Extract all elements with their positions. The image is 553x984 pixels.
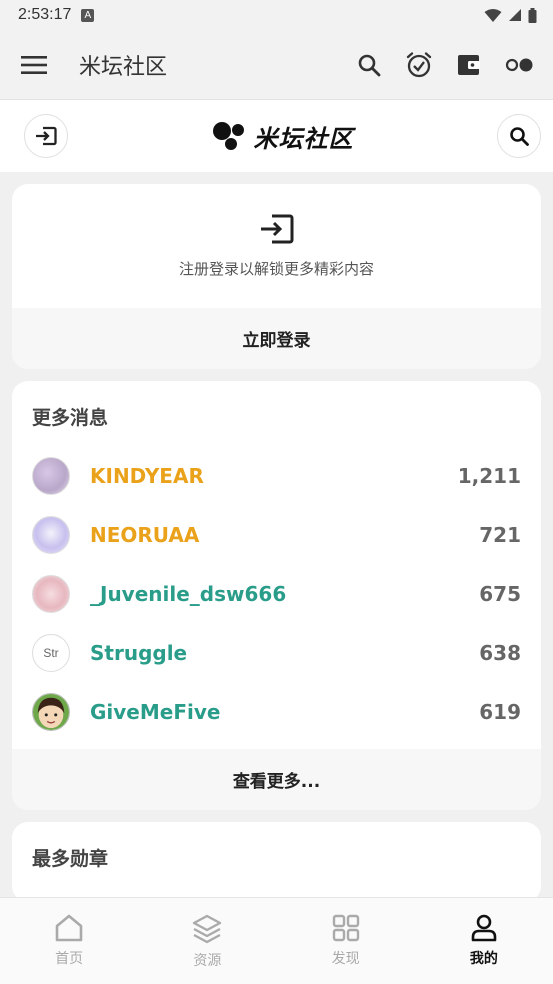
avatar: Str (32, 633, 70, 672)
messages-card: 更多消息 KINDYEAR 1,211 NEORUAA 721 _Juvenil… (12, 381, 541, 810)
face-avatar-icon (33, 693, 69, 730)
avatar (32, 456, 70, 495)
user-name: NEORUAA (90, 522, 200, 547)
brand-name: 米坛社区 (253, 124, 354, 153)
messages-card-title: 更多消息 (32, 407, 109, 429)
brand-logo: 米坛社区 (212, 119, 354, 154)
message-count: 1,211 (457, 463, 521, 488)
avatar (32, 574, 70, 613)
search-button[interactable] (355, 51, 383, 79)
search-icon (510, 127, 529, 146)
badges-card: 最多勋章 (12, 822, 541, 902)
wallet-button[interactable] (455, 51, 483, 79)
tab-resources-label: 资源 (193, 953, 222, 969)
status-bar: 2:53:17 A (0, 0, 553, 30)
user-name: KINDYEAR (90, 463, 204, 488)
system-icons (484, 7, 537, 23)
menu-icon (21, 55, 47, 74)
brand-search-button[interactable] (497, 114, 541, 158)
badges-card-title: 最多勋章 (32, 848, 109, 870)
login-arrow-icon (36, 126, 57, 146)
tab-discover-label: 发现 (331, 951, 360, 967)
list-item[interactable]: Str Struggle 638 (12, 623, 541, 682)
list-item[interactable]: GiveMeFive 619 (12, 682, 541, 741)
list-item[interactable]: KINDYEAR 1,211 (12, 446, 541, 505)
menu-button[interactable] (20, 51, 48, 79)
avatar (32, 692, 70, 731)
user-icon (471, 914, 497, 942)
login-hint: 注册登录以解锁更多精彩内容 (178, 259, 374, 278)
list-item[interactable]: _Juvenile_dsw666 675 (12, 564, 541, 623)
battery-icon (528, 7, 537, 23)
bottom-nav: 首页 资源 发现 我的 (0, 897, 553, 984)
brand-bar: 米坛社区 (0, 100, 553, 172)
notification-badge: A (81, 8, 95, 22)
user-name: GiveMeFive (90, 699, 221, 724)
alarm-check-icon (406, 51, 432, 77)
login-now-button[interactable]: 立即登录 (12, 308, 541, 369)
tab-mine[interactable]: 我的 (415, 898, 553, 984)
home-icon (55, 914, 83, 942)
tab-home-label: 首页 (55, 951, 84, 967)
tab-resources[interactable]: 资源 (138, 898, 276, 984)
message-count: 721 (479, 522, 521, 547)
wifi-icon (484, 8, 502, 22)
search-icon (358, 54, 381, 76)
login-card: 注册登录以解锁更多精彩内容 立即登录 (12, 184, 541, 369)
status-time: 2:53:17 (18, 6, 72, 23)
avatar (32, 515, 70, 554)
view-more-button[interactable]: 查看更多... (12, 749, 541, 810)
user-name: Struggle (90, 640, 188, 665)
message-count: 675 (479, 581, 521, 606)
login-prompt: 注册登录以解锁更多精彩内容 (12, 184, 541, 308)
app-bar: 米坛社区 (0, 30, 553, 100)
grid-icon (332, 914, 359, 942)
message-count: 619 (479, 699, 521, 724)
user-name: _Juvenile_dsw666 (90, 581, 287, 606)
logo-dots-icon (212, 122, 244, 150)
login-icon-button[interactable] (24, 114, 68, 158)
messages-list: KINDYEAR 1,211 NEORUAA 721 _Juvenile_dsw… (12, 440, 541, 741)
wallet-icon (458, 54, 480, 75)
tab-mine-label: 我的 (469, 951, 498, 967)
layers-icon (193, 914, 222, 944)
toggle-button[interactable] (505, 51, 533, 79)
main-content: 注册登录以解锁更多精彩内容 立即登录 更多消息 KINDYEAR 1,211 N… (0, 172, 553, 902)
message-count: 638 (479, 640, 521, 665)
alarm-button[interactable] (405, 51, 433, 79)
toggle-dots-icon (505, 58, 533, 71)
list-item[interactable]: NEORUAA 721 (12, 505, 541, 564)
signal-icon (509, 9, 521, 21)
tab-home[interactable]: 首页 (0, 898, 138, 984)
login-arrow-icon (260, 214, 293, 243)
app-title: 米坛社区 (79, 54, 168, 80)
tab-discover[interactable]: 发现 (277, 898, 415, 984)
